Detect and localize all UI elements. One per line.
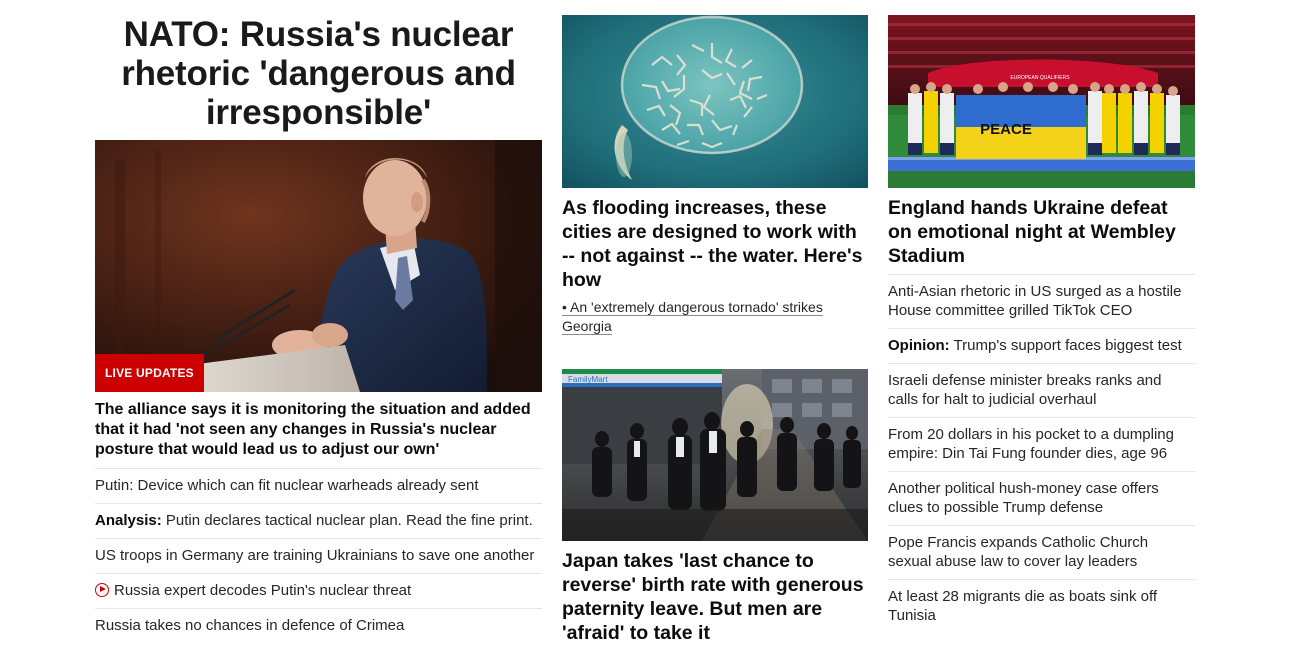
floating-city-image[interactable] xyxy=(562,15,868,188)
list-item-text: Anti-Asian rhetoric in US surged as a ho… xyxy=(888,283,1182,319)
list-item[interactable]: Pope Francis expands Catholic Church sex… xyxy=(888,525,1195,579)
opinion-label: Opinion: xyxy=(888,337,950,354)
list-item[interactable]: Anti-Asian rhetoric in US surged as a ho… xyxy=(888,274,1195,328)
list-item-text: US troops in Germany are training Ukrain… xyxy=(95,547,535,564)
list-item[interactable]: At least 28 migrants die as boats sink o… xyxy=(888,579,1195,633)
play-video-icon xyxy=(95,583,109,597)
tornado-related-link[interactable]: • An 'extremely dangerous tornado' strik… xyxy=(562,298,868,336)
flooding-cities-headline[interactable]: As flooding increases, these cities are … xyxy=(562,196,868,292)
list-item[interactable]: US troops in Germany are training Ukrain… xyxy=(95,538,542,573)
lead-related-list: Putin: Device which can fit nuclear warh… xyxy=(95,468,542,643)
list-item-text: Another political hush-money case offers… xyxy=(888,480,1159,516)
list-item[interactable]: Another political hush-money case offers… xyxy=(888,471,1195,525)
lead-story-column: NATO: Russia's nuclear rhetoric 'dangero… xyxy=(95,0,542,643)
list-item-text: Putin: Device which can fit nuclear warh… xyxy=(95,477,479,494)
svg-text:EUROPEAN QUALIFIERS: EUROPEAN QUALIFIERS xyxy=(1010,75,1070,81)
floating-city-aerial-photo xyxy=(562,15,868,188)
familymart-sign: FamilyMart xyxy=(568,375,608,384)
list-item-text: From 20 dollars in his pocket to a dumpl… xyxy=(888,426,1174,462)
list-item[interactable]: From 20 dollars in his pocket to a dumpl… xyxy=(888,417,1195,471)
list-item[interactable]: Russia takes no chances in defence of Cr… xyxy=(95,608,542,643)
list-item[interactable]: Russia expert decodes Putin's nuclear th… xyxy=(95,573,542,608)
tokyo-commuters-photo: FamilyMart xyxy=(562,369,868,541)
list-item-text: Russia expert decodes Putin's nuclear th… xyxy=(114,582,412,599)
list-item[interactable]: Israeli defense minister breaks ranks an… xyxy=(888,363,1195,417)
england-ukraine-headline[interactable]: England hands Ukraine defeat on emotiona… xyxy=(888,196,1195,274)
wembley-team-image[interactable]: EUROPEAN QUALIFIERS PEACE xyxy=(888,15,1195,188)
list-item-text: Israeli defense minister breaks ranks an… xyxy=(888,372,1162,408)
right-column: EUROPEAN QUALIFIERS PEACE England hands … xyxy=(888,0,1195,633)
top-stories-list: Anti-Asian rhetoric in US surged as a ho… xyxy=(888,274,1195,633)
peace-banner-text: PEACE xyxy=(980,121,1032,138)
list-item[interactable]: Putin: Device which can fit nuclear warh… xyxy=(95,468,542,503)
middle-column: As flooding increases, these cities are … xyxy=(562,0,868,645)
lead-summary[interactable]: The alliance says it is monitoring the s… xyxy=(95,400,542,468)
japan-street-image[interactable]: FamilyMart xyxy=(562,369,868,541)
list-item-text: Russia takes no chances in defence of Cr… xyxy=(95,617,405,634)
england-ukraine-team-photo: EUROPEAN QUALIFIERS PEACE xyxy=(888,15,1195,188)
related-link-text: • An 'extremely dangerous tornado' strik… xyxy=(562,299,823,335)
live-updates-badge[interactable]: LIVE UPDATES xyxy=(95,354,204,392)
list-item-text: Trump's support faces biggest test xyxy=(949,337,1182,354)
lead-headline[interactable]: NATO: Russia's nuclear rhetoric 'dangero… xyxy=(95,15,542,132)
list-item-text: Putin declares tactical nuclear plan. Re… xyxy=(161,512,533,529)
japan-paternity-headline[interactable]: Japan takes 'last chance to reverse' bir… xyxy=(562,549,868,645)
list-item-text: Pope Francis expands Catholic Church sex… xyxy=(888,534,1149,570)
list-item[interactable]: Opinion: Trump's support faces biggest t… xyxy=(888,328,1195,363)
analysis-label: Analysis: xyxy=(95,512,162,529)
lead-story-image[interactable]: LIVE UPDATES xyxy=(95,140,542,392)
list-item-text: At least 28 migrants die as boats sink o… xyxy=(888,588,1158,624)
list-item[interactable]: Analysis: Putin declares tactical nuclea… xyxy=(95,503,542,538)
